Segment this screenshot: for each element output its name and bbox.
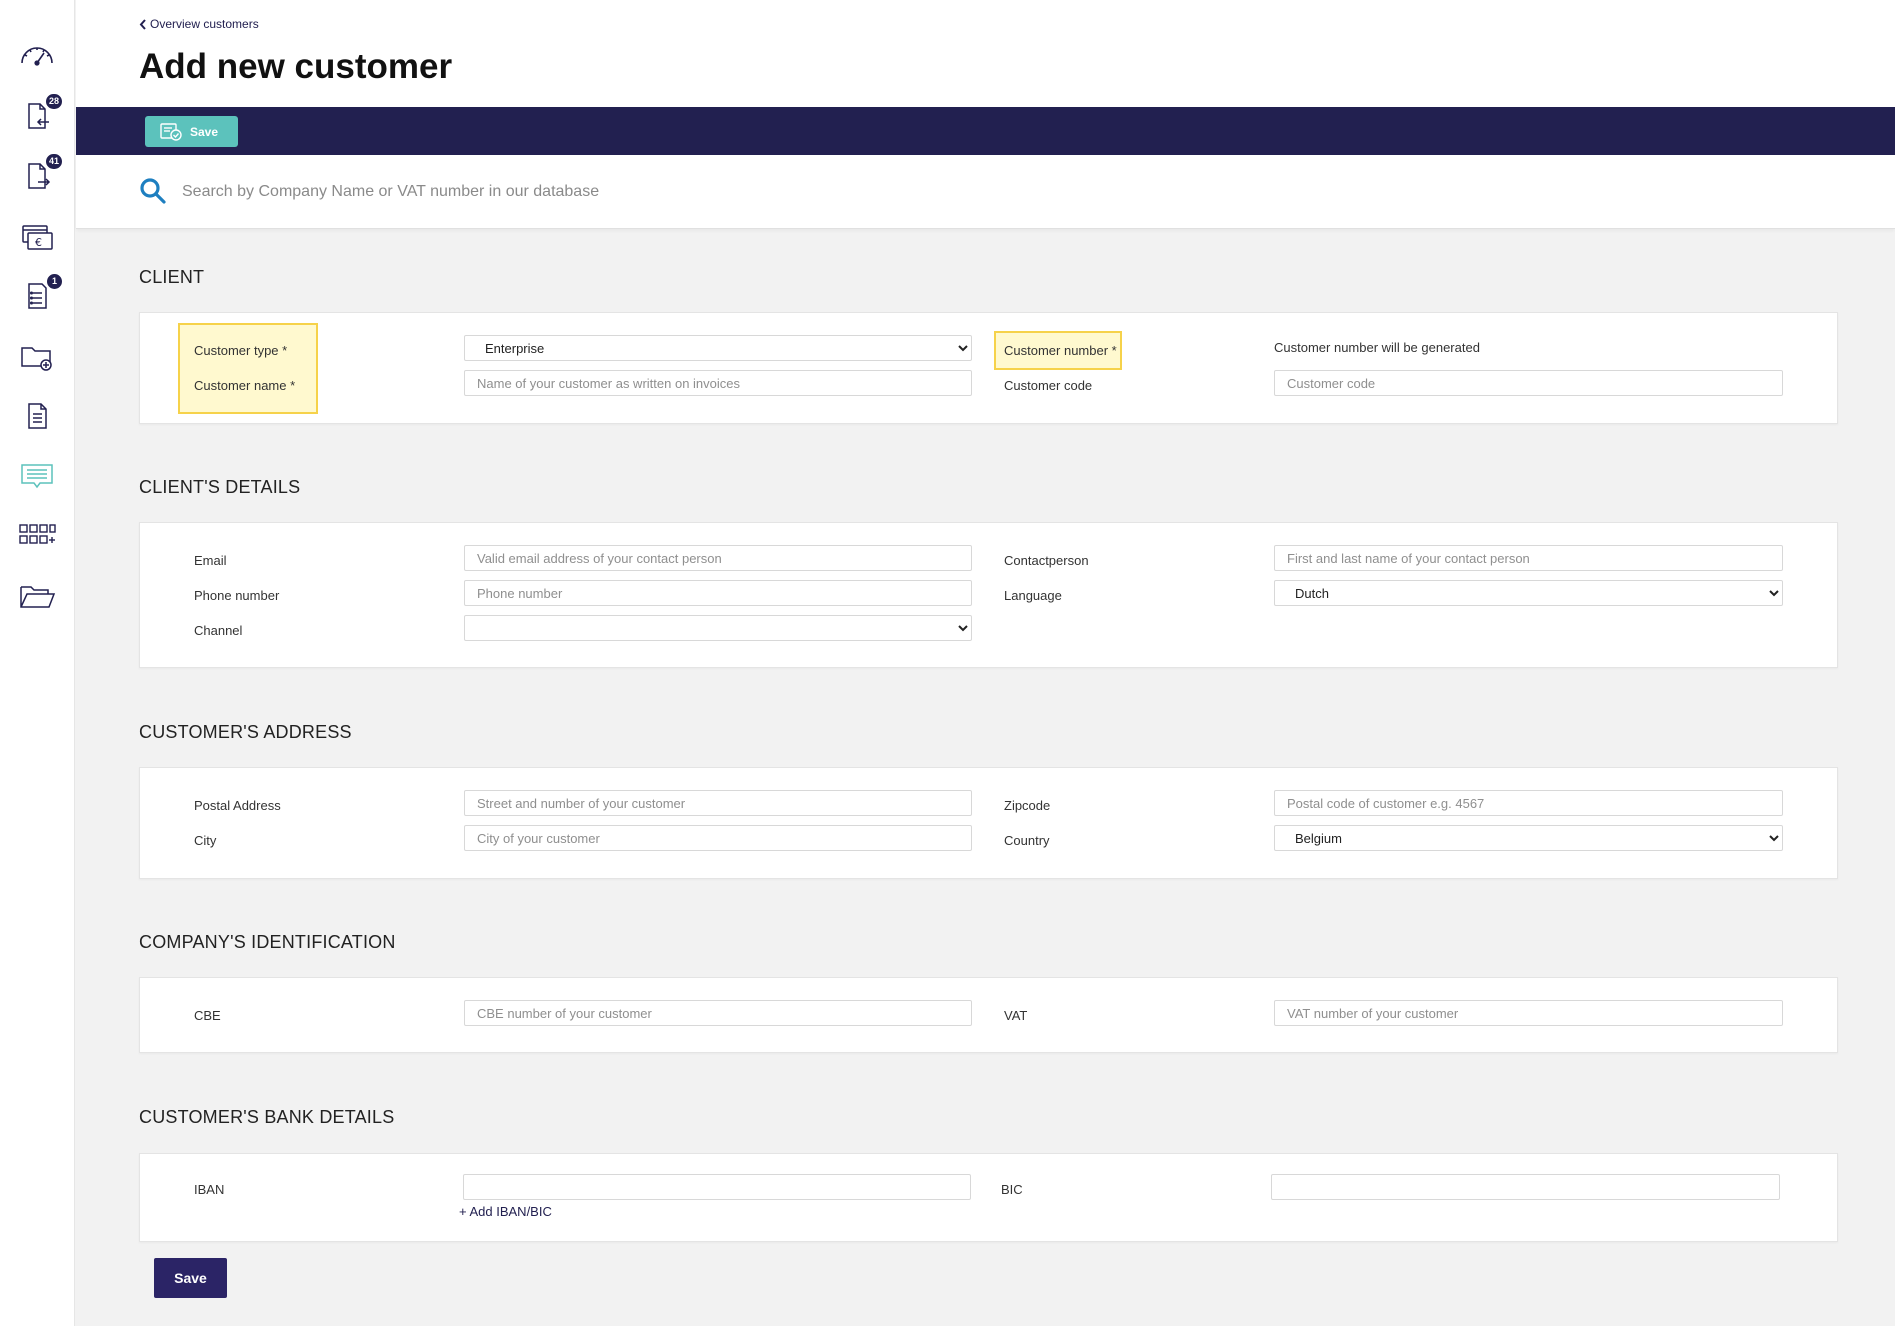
postal-address-label: Postal Address bbox=[194, 798, 281, 813]
toolbar-save-label: Save bbox=[190, 124, 219, 139]
add-iban-bic-link[interactable]: + Add IBAN/BIC bbox=[459, 1204, 552, 1219]
section-title-identification: COMPANY'S IDENTIFICATION bbox=[139, 932, 396, 952]
vat-input[interactable] bbox=[1274, 1000, 1783, 1026]
bank-card: IBAN + Add IBAN/BIC BIC bbox=[139, 1153, 1838, 1242]
section-title-details: CLIENT'S DETAILS bbox=[139, 477, 301, 497]
apps-grid-icon bbox=[19, 524, 56, 544]
bic-label: BIC bbox=[1001, 1182, 1023, 1197]
page-header: Overview customers Add new customer bbox=[76, 0, 1895, 107]
bic-input[interactable] bbox=[1271, 1174, 1780, 1200]
dashboard-gauge-icon bbox=[21, 47, 53, 66]
details-card: Email Phone number Channel Contactperson… bbox=[139, 522, 1838, 668]
customer-name-label: Customer name * bbox=[194, 378, 296, 393]
customer-type-label: Customer type * bbox=[194, 343, 288, 358]
nav-open-folder[interactable] bbox=[14, 573, 60, 619]
address-card: Postal Address City Zipcode Country Belg… bbox=[139, 767, 1838, 879]
incoming-count-badge: 28 bbox=[45, 94, 62, 109]
section-title-address: CUSTOMER'S ADDRESS bbox=[139, 722, 352, 742]
cbe-input[interactable] bbox=[464, 1000, 972, 1026]
nav-tasks[interactable]: 1 bbox=[14, 273, 62, 319]
email-label: Email bbox=[194, 553, 227, 568]
zipcode-input[interactable] bbox=[1274, 790, 1783, 816]
city-label: City bbox=[194, 833, 217, 848]
customer-type-select[interactable]: Enterprise bbox=[464, 335, 972, 361]
footer-save-button[interactable]: Save bbox=[154, 1258, 227, 1298]
email-input[interactable] bbox=[464, 545, 972, 571]
messages-icon bbox=[21, 464, 53, 489]
outgoing-count-badge: 41 bbox=[45, 154, 62, 169]
contactperson-input[interactable] bbox=[1274, 545, 1783, 571]
nav-outgoing-documents[interactable]: 41 bbox=[14, 153, 62, 199]
client-card: Customer type * Customer name * Enterpri… bbox=[139, 312, 1838, 424]
chevron-left-icon bbox=[139, 18, 146, 30]
section-title-client: CLIENT bbox=[139, 267, 205, 287]
payments-euro-icon: € bbox=[22, 225, 53, 250]
nav-documents[interactable] bbox=[14, 393, 60, 439]
nav-folder-add[interactable] bbox=[14, 333, 60, 379]
nav-payments[interactable]: € bbox=[14, 213, 60, 259]
zipcode-label: Zipcode bbox=[1004, 798, 1051, 813]
customer-number-generated-note: Customer number will be generated bbox=[1274, 340, 1480, 355]
svg-text:€: € bbox=[35, 236, 42, 249]
phone-input[interactable] bbox=[464, 580, 972, 606]
country-label: Country bbox=[1004, 833, 1050, 848]
open-folder-icon bbox=[20, 586, 56, 608]
cbe-label: CBE bbox=[194, 1008, 221, 1023]
postal-address-input[interactable] bbox=[464, 790, 972, 816]
nav-incoming-documents[interactable]: 28 bbox=[14, 93, 62, 139]
contactperson-label: Contactperson bbox=[1004, 553, 1089, 568]
iban-input[interactable] bbox=[463, 1174, 971, 1200]
page-title: Add new customer bbox=[139, 47, 453, 86]
channel-select[interactable] bbox=[464, 615, 972, 641]
folder-add-icon bbox=[21, 347, 52, 371]
nav-dashboard[interactable] bbox=[14, 33, 60, 79]
breadcrumb-back-link[interactable]: Overview customers bbox=[139, 17, 259, 31]
toolbar-save-button[interactable]: Save bbox=[145, 116, 238, 147]
customer-code-label: Customer code bbox=[1004, 378, 1093, 393]
nav-apps[interactable] bbox=[14, 513, 60, 559]
channel-label: Channel bbox=[194, 623, 243, 638]
search-icon bbox=[140, 178, 166, 204]
identification-card: CBE VAT bbox=[139, 977, 1838, 1053]
country-select[interactable]: Belgium bbox=[1274, 825, 1783, 851]
company-search-bar bbox=[76, 155, 1895, 229]
document-icon bbox=[28, 403, 47, 429]
customer-name-input[interactable] bbox=[464, 370, 972, 396]
breadcrumb-label: Overview customers bbox=[150, 17, 259, 31]
iban-label: IBAN bbox=[194, 1182, 225, 1197]
section-title-bank: CUSTOMER'S BANK DETAILS bbox=[139, 1107, 395, 1127]
save-document-icon bbox=[160, 122, 182, 141]
customer-number-label: Customer number * bbox=[1004, 343, 1117, 358]
sidebar: 28 41 € 1 bbox=[0, 0, 75, 1326]
city-input[interactable] bbox=[464, 825, 972, 851]
language-select[interactable]: Dutch bbox=[1274, 580, 1783, 606]
required-highlight-left bbox=[178, 323, 318, 414]
vat-label: VAT bbox=[1004, 1008, 1028, 1023]
nav-messages[interactable] bbox=[14, 453, 60, 499]
customer-code-input[interactable] bbox=[1274, 370, 1783, 396]
phone-label: Phone number bbox=[194, 588, 280, 603]
company-search-input[interactable] bbox=[182, 177, 1082, 207]
language-label: Language bbox=[1004, 588, 1062, 603]
tasks-count-badge: 1 bbox=[47, 274, 62, 289]
action-toolbar: Save bbox=[76, 107, 1895, 155]
